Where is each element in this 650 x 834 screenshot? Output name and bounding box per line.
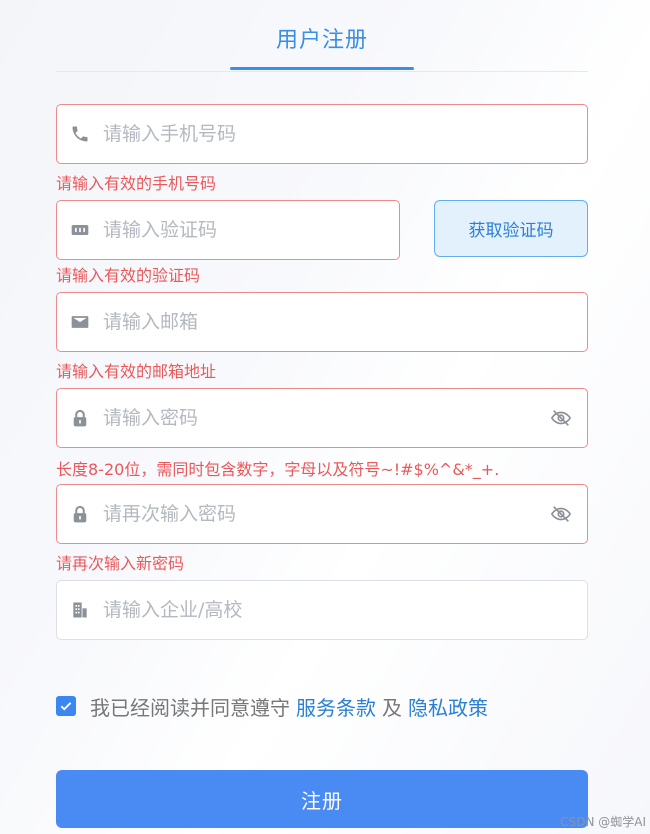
email-input[interactable] <box>103 311 587 333</box>
agreement-checkbox[interactable] <box>56 696 76 716</box>
company-field <box>56 580 588 640</box>
confirm-password-field <box>56 484 588 544</box>
tab-bar: 用户注册 <box>56 0 588 72</box>
phone-icon <box>69 123 91 145</box>
tab-register[interactable]: 用户注册 <box>56 22 588 54</box>
confirm-password-error: 请再次输入新密码 <box>56 554 185 573</box>
password-field <box>56 388 588 448</box>
eye-off-icon[interactable] <box>549 502 573 526</box>
lock-icon <box>69 407 91 429</box>
code-error: 请输入有效的验证码 <box>56 266 201 285</box>
phone-field <box>56 104 588 164</box>
tab-active-indicator <box>230 67 414 70</box>
get-code-button[interactable]: 获取验证码 <box>434 200 588 257</box>
eye-off-icon[interactable] <box>549 406 573 430</box>
privacy-link[interactable]: 隐私政策 <box>408 692 488 721</box>
password-input[interactable] <box>103 407 549 429</box>
company-input[interactable] <box>103 599 587 621</box>
lock-icon <box>69 503 91 525</box>
mail-icon <box>69 311 91 333</box>
building-icon <box>69 599 91 621</box>
register-button[interactable]: 注册 <box>56 770 588 828</box>
phone-error: 请输入有效的手机号码 <box>56 174 217 193</box>
check-icon <box>60 702 72 711</box>
agreement-and: 及 <box>382 695 402 720</box>
watermark: CSDN @蜘学AI <box>560 815 646 829</box>
password-error: 长度8-20位，需同时包含数字，字母以及符号~!#$%^&*_+. <box>56 460 500 479</box>
phone-input[interactable] <box>103 123 587 145</box>
confirm-password-input[interactable] <box>103 503 549 525</box>
code-field <box>56 200 400 260</box>
agreement-row: 我已经阅读并同意遵守 服务条款 及 隐私政策 <box>56 692 488 720</box>
email-error: 请输入有效的邮箱地址 <box>56 362 217 381</box>
code-icon <box>69 219 91 241</box>
email-field <box>56 292 588 352</box>
terms-link[interactable]: 服务条款 <box>296 692 376 721</box>
agreement-text: 我已经阅读并同意遵守 <box>90 695 290 720</box>
code-input[interactable] <box>103 219 399 241</box>
